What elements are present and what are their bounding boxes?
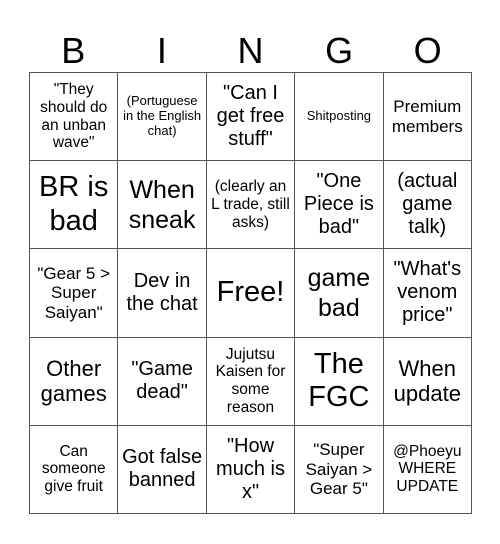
header-letter-n: N bbox=[237, 30, 264, 71]
header-letter-o: O bbox=[413, 30, 442, 71]
header-letter-g: G bbox=[325, 30, 354, 71]
header-letter-b: B bbox=[61, 30, 86, 71]
bingo-cell[interactable]: The FGC bbox=[295, 337, 384, 426]
bingo-cell[interactable]: Can someone give fruit bbox=[30, 425, 119, 514]
bingo-cell[interactable]: "How much is x" bbox=[206, 425, 296, 514]
bingo-cell[interactable]: When update bbox=[383, 337, 472, 426]
bingo-card: "They should do an unban wave" (Portugue… bbox=[29, 72, 472, 514]
bingo-cell[interactable]: BR is bad bbox=[30, 161, 119, 250]
bingo-cell[interactable]: "They should do an unban wave" bbox=[30, 73, 119, 162]
bingo-cell[interactable]: (Portuguese in the English chat) bbox=[118, 73, 207, 162]
bingo-cell[interactable]: Jujutsu Kaisen for some reason bbox=[206, 337, 296, 426]
bingo-cell[interactable]: "Super Saiyan > Gear 5" bbox=[295, 425, 384, 514]
bingo-cell[interactable]: Shitposting bbox=[295, 73, 384, 162]
bingo-cell[interactable]: "Gear 5 > Super Saiyan" bbox=[30, 249, 119, 338]
bingo-cell[interactable]: @Phoeyu WHERE UPDATE bbox=[383, 425, 472, 514]
bingo-cell[interactable]: "Can I get free stuff" bbox=[206, 73, 296, 162]
header-letter-i: I bbox=[156, 30, 167, 71]
bingo-cell[interactable]: "One Piece is bad" bbox=[295, 161, 384, 250]
bingo-cell[interactable]: Got false banned bbox=[118, 425, 207, 514]
free-space[interactable]: Free! bbox=[206, 249, 296, 338]
bingo-header: B I N G O bbox=[29, 30, 472, 72]
bingo-cell[interactable]: (clearly an L trade, still asks) bbox=[206, 161, 296, 250]
bingo-cell[interactable]: Premium members bbox=[383, 73, 472, 162]
bingo-cell[interactable]: When sneak bbox=[118, 161, 207, 250]
bingo-cell[interactable]: (actual game talk) bbox=[383, 161, 472, 250]
bingo-cell[interactable]: "Game dead" bbox=[118, 337, 207, 426]
bingo-cell[interactable]: "What's venom price" bbox=[383, 249, 472, 338]
bingo-cell[interactable]: Dev in the chat bbox=[118, 249, 207, 338]
bingo-cell[interactable]: Other games bbox=[30, 337, 119, 426]
bingo-cell[interactable]: game bad bbox=[295, 249, 384, 338]
